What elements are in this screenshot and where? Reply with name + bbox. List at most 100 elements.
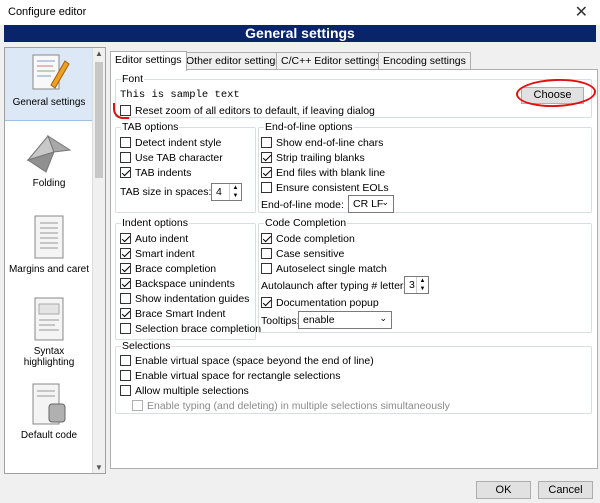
tab-options-group: TAB options Detect indent style Use TAB …: [115, 121, 256, 213]
virtual-space-rectangle-checkbox[interactable]: Enable virtual space for rectangle selec…: [120, 369, 340, 383]
checkbox-box[interactable]: [261, 233, 272, 244]
chevron-down-icon: ⌄: [381, 197, 389, 207]
close-icon[interactable]: ✕: [575, 2, 588, 22]
checkbox-box[interactable]: [120, 152, 131, 163]
checkbox-label: Use TAB character: [135, 152, 223, 164]
brace-smart-indent-checkbox[interactable]: Brace Smart Indent: [120, 307, 225, 321]
checkbox-label: Auto indent: [135, 233, 189, 245]
checkbox-box[interactable]: [120, 248, 131, 259]
stepper-up-icon[interactable]: ▲: [417, 277, 428, 285]
show-eol-chars-checkbox[interactable]: Show end-of-line chars: [261, 136, 383, 150]
checkbox-box[interactable]: [120, 385, 131, 396]
checkbox-box[interactable]: [120, 278, 131, 289]
checkbox-box[interactable]: [120, 370, 131, 381]
tab-cpp-editor-settings[interactable]: C/C++ Editor settings: [276, 52, 386, 70]
ensure-consistent-eols-checkbox[interactable]: Ensure consistent EOLs: [261, 181, 389, 195]
tab-size-stepper[interactable]: 4 ▲ ▼: [211, 183, 242, 201]
reset-zoom-checkbox[interactable]: Reset zoom of all editors to default, if…: [120, 104, 375, 118]
tooltips-select[interactable]: enable ⌄: [298, 311, 392, 329]
checkbox-label: Strip trailing blanks: [276, 152, 365, 164]
checkbox-box[interactable]: [261, 167, 272, 178]
smart-indent-checkbox[interactable]: Smart indent: [120, 247, 195, 261]
show-indentation-guides-checkbox[interactable]: Show indentation guides: [120, 292, 249, 306]
autolaunch-label: Autolaunch after typing # letters:: [261, 280, 412, 292]
autolaunch-stepper[interactable]: 3 ▲ ▼: [404, 276, 429, 294]
pencil-notepad-icon: [32, 54, 70, 90]
stepper-up-icon[interactable]: ▲: [230, 184, 241, 192]
indent-options-group: Indent options Auto indent Smart indent …: [115, 217, 261, 340]
tab-indents-checkbox[interactable]: TAB indents: [120, 166, 191, 180]
checkbox-box[interactable]: [120, 308, 131, 319]
checkbox-box[interactable]: [261, 297, 272, 308]
checkbox-box[interactable]: [120, 263, 131, 274]
scroll-up-icon[interactable]: ▲: [93, 49, 105, 58]
eol-mode-select[interactable]: CR LF ⌄: [348, 195, 394, 213]
code-completion-checkbox[interactable]: Code completion: [261, 232, 355, 246]
checkbox-box[interactable]: [261, 152, 272, 163]
checkbox-label: Ensure consistent EOLs: [276, 182, 389, 194]
tab-editor-settings[interactable]: Editor settings: [110, 51, 187, 71]
multiple-selections-checkbox[interactable]: Allow multiple selections: [120, 384, 249, 398]
sidebar-item-general-settings[interactable]: General settings: [5, 48, 94, 121]
sidebar-item-syntax-highlighting[interactable]: Syntax highlighting: [5, 296, 93, 376]
sidebar-item-label: Default code: [20, 430, 78, 441]
backspace-unindents-checkbox[interactable]: Backspace unindents: [120, 277, 235, 291]
scroll-down-icon[interactable]: ▼: [93, 463, 105, 472]
cancel-button[interactable]: Cancel: [538, 481, 593, 499]
document-syntax-icon: [34, 297, 64, 341]
checkbox-box[interactable]: [120, 137, 131, 148]
strip-trailing-blanks-checkbox[interactable]: Strip trailing blanks: [261, 151, 365, 165]
stepper-down-icon[interactable]: ▼: [230, 192, 241, 200]
code-completion-group: Code Completion Code completion Case sen…: [258, 217, 592, 333]
auto-indent-checkbox[interactable]: Auto indent: [120, 232, 188, 246]
brace-completion-checkbox[interactable]: Brace completion: [120, 262, 216, 276]
sidebar-item-folding[interactable]: Folding: [5, 130, 93, 200]
detect-indent-style-checkbox[interactable]: Detect indent style: [120, 136, 221, 150]
sidebar-item-label: Margins and caret: [8, 264, 90, 275]
checkbox-label: Detect indent style: [135, 137, 222, 149]
checkbox-box[interactable]: [120, 167, 131, 178]
autoselect-single-match-checkbox[interactable]: Autoselect single match: [261, 262, 387, 276]
checkbox-box[interactable]: [120, 323, 131, 334]
checkbox-label: End files with blank line: [276, 167, 386, 179]
checkbox-box[interactable]: [120, 293, 131, 304]
tab-other-editor-settings[interactable]: Other editor settings: [181, 52, 286, 70]
case-sensitive-checkbox[interactable]: Case sensitive: [261, 247, 344, 261]
group-title: Code Completion: [264, 217, 348, 229]
selections-group: Selections Enable virtual space (space b…: [115, 340, 592, 414]
checkbox-label: Enable virtual space for rectangle selec…: [135, 370, 341, 382]
ok-button[interactable]: OK: [476, 481, 531, 499]
scroll-thumb[interactable]: [95, 62, 103, 178]
documentation-popup-checkbox[interactable]: Documentation popup: [261, 296, 379, 310]
use-tab-character-checkbox[interactable]: Use TAB character: [120, 151, 223, 165]
checkbox-label: Documentation popup: [276, 297, 379, 309]
checkbox-label: Show end-of-line chars: [276, 137, 384, 149]
sidebar-item-label: Folding: [32, 178, 66, 189]
end-files-blank-line-checkbox[interactable]: End files with blank line: [261, 166, 385, 180]
group-title: TAB options: [121, 121, 180, 133]
sidebar-item-default-code[interactable]: Default code: [5, 382, 93, 448]
tab-encoding-settings[interactable]: Encoding settings: [378, 52, 471, 70]
checkbox-box[interactable]: [120, 355, 131, 366]
tooltips-label: Tooltips:: [261, 315, 300, 327]
group-title: Selections: [121, 340, 172, 352]
checkbox-label: Smart indent: [135, 248, 195, 260]
checkbox-box: [132, 400, 143, 411]
checkbox-label: Brace completion: [135, 263, 217, 275]
checkbox-label: TAB indents: [135, 167, 192, 179]
checkbox-box[interactable]: [261, 263, 272, 274]
sidebar-scrollbar[interactable]: ▲ ▼: [92, 48, 105, 473]
stepper-down-icon[interactable]: ▼: [417, 285, 428, 293]
selection-brace-completion-checkbox[interactable]: Selection brace completion: [120, 322, 261, 336]
sidebar-item-label: Syntax highlighting: [23, 346, 75, 368]
checkbox-box[interactable]: [120, 233, 131, 244]
settings-panel: Font This is sample text Reset zoom of a…: [110, 69, 598, 469]
window-title: Configure editor: [8, 6, 87, 18]
checkbox-box[interactable]: [261, 182, 272, 193]
sidebar-item-margins-and-caret[interactable]: Margins and caret: [5, 214, 93, 286]
virtual-space-checkbox[interactable]: Enable virtual space (space beyond the e…: [120, 354, 374, 368]
stepper-value: 3: [409, 279, 415, 291]
checkbox-label: Code completion: [276, 233, 355, 245]
checkbox-box[interactable]: [261, 137, 272, 148]
checkbox-box[interactable]: [261, 248, 272, 259]
